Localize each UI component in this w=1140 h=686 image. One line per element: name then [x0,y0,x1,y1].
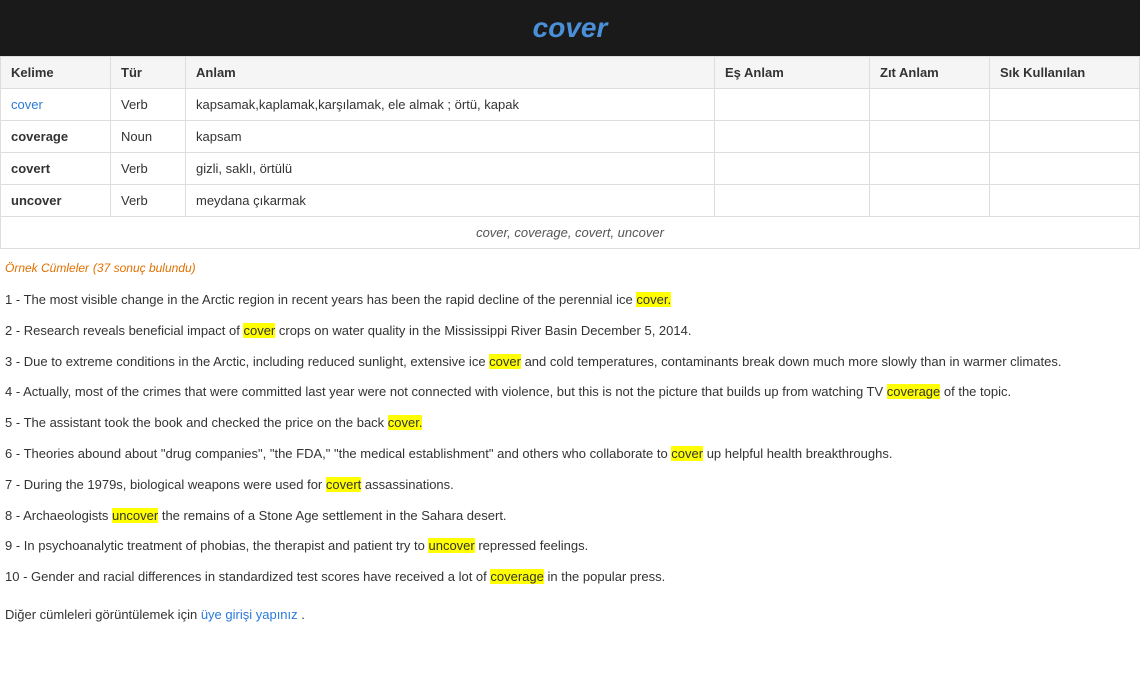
highlighted-word: uncover [428,538,474,553]
sentence: 9 - In psychoanalytic treatment of phobi… [5,531,1135,562]
cell-zit [870,89,990,121]
cell-kelime: covert [1,153,111,185]
login-link[interactable]: üye girişi yapınız [201,607,298,622]
sentence-after: up helpful health breakthroughs. [703,446,892,461]
highlighted-word: cover [243,323,275,338]
sentences-container: 1 - The most visible change in the Arcti… [0,281,1140,597]
sentence: 6 - Theories abound about "drug companie… [5,439,1135,470]
sentence: 4 - Actually, most of the crimes that we… [5,377,1135,408]
cell-zit [870,153,990,185]
sentence-after: the remains of a Stone Age settlement in… [158,508,506,523]
sentence-num: 7 - [5,477,24,492]
sentence-before: The assistant took the book and checked … [24,415,388,430]
login-note: Diğer cümleleri görüntülemek için üye gi… [0,597,1140,630]
cell-sik [990,121,1140,153]
cell-es [715,89,870,121]
col-header-zit: Zıt Anlam [870,57,990,89]
cell-es [715,153,870,185]
word-table: Kelime Tür Anlam Eş Anlam Zıt Anlam Sık … [0,56,1140,249]
cell-tur: Noun [111,121,186,153]
cell-kelime: uncover [1,185,111,217]
sentence-num: 4 - [5,384,23,399]
sentence-after: in the popular press. [544,569,665,584]
sentence: 10 - Gender and racial differences in st… [5,562,1135,593]
sentence-before: Actually, most of the crimes that were c… [23,384,887,399]
cell-sik [990,89,1140,121]
sentence-after: and cold temperatures, contaminants brea… [521,354,1061,369]
table-row: coverageNounkapsam [1,121,1140,153]
col-header-anlam: Anlam [186,57,715,89]
highlighted-word: cover. [388,415,423,430]
sentence-before: Research reveals beneficial impact of [24,323,244,338]
col-header-sik: Sık Kullanılan [990,57,1140,89]
highlighted-word: coverage [887,384,940,399]
sentence-before: Archaeologists [23,508,112,523]
sentence-num: 3 - [5,354,24,369]
sentence-num: 10 - [5,569,31,584]
sentence-num: 6 - [5,446,24,461]
cell-zit [870,185,990,217]
highlighted-word: cover [671,446,703,461]
sentence: 2 - Research reveals beneficial impact o… [5,316,1135,347]
sentence-num: 5 - [5,415,24,430]
sentence-before: During the 1979s, biological weapons wer… [24,477,326,492]
table-row: cover Verbkapsamak,kaplamak,karşılamak, e… [1,89,1140,121]
cell-tur: Verb [111,185,186,217]
highlighted-word: coverage [490,569,543,584]
example-section: Örnek Cümleler (37 sonuç bulundu) 1 - Th… [0,249,1140,630]
cell-tur: Verb [111,89,186,121]
sentence: 3 - Due to extreme conditions in the Arc… [5,347,1135,378]
cell-es [715,121,870,153]
word-link[interactable]: cover [11,97,43,112]
cell-sik [990,185,1140,217]
sentence: 8 - Archaeologists uncover the remains o… [5,501,1135,532]
sentence-num: 2 - [5,323,24,338]
sentence-after: assassinations. [361,477,454,492]
section-title: Örnek Cümleler (37 sonuç bulundu) [0,249,1140,281]
sentence-after: of the topic. [940,384,1011,399]
cell-sik [990,153,1140,185]
cell-anlam: kapsam [186,121,715,153]
sentence-after: repressed feelings. [475,538,588,553]
sentence: 1 - The most visible change in the Arcti… [5,285,1135,316]
highlighted-word: uncover [112,508,158,523]
sentence-num: 9 - [5,538,24,553]
cell-zit [870,121,990,153]
cell-anlam: kapsamak,kaplamak,karşılamak, ele almak … [186,89,715,121]
col-header-tur: Tür [111,57,186,89]
highlighted-word: covert [326,477,361,492]
highlighted-word: cover. [636,292,671,307]
cell-anlam: gizli, saklı, örtülü [186,153,715,185]
col-header-es: Eş Anlam [715,57,870,89]
sentence: 5 - The assistant took the book and chec… [5,408,1135,439]
sentence-after: crops on water quality in the Mississipp… [275,323,691,338]
cell-kelime[interactable]: cover [1,89,111,121]
col-header-kelime: Kelime [1,57,111,89]
cell-tur: Verb [111,153,186,185]
table-row: covertVerbgizli, saklı, örtülü [1,153,1140,185]
sentence: 7 - During the 1979s, biological weapons… [5,470,1135,501]
page-header: cover [0,0,1140,56]
sentence-before: Due to extreme conditions in the Arctic,… [24,354,489,369]
sentence-before: Gender and racial differences in standar… [31,569,490,584]
sentence-before: Theories abound about "drug companies", … [24,446,672,461]
table-footer-row: cover, coverage, covert, uncover [1,217,1140,249]
page-title: cover [533,12,608,43]
table-row: uncoverVerbmeydana çıkarmak [1,185,1140,217]
cell-kelime: coverage [1,121,111,153]
sentence-text: The most visible change in the Arctic re… [24,292,637,307]
cell-es [715,185,870,217]
sentence-num: 8 - [5,508,23,523]
highlighted-word: cover [489,354,521,369]
table-footer-cell: cover, coverage, covert, uncover [1,217,1140,249]
sentence-before: In psychoanalytic treatment of phobias, … [24,538,429,553]
cell-anlam: meydana çıkarmak [186,185,715,217]
sentence-num: 1 - [5,292,24,307]
